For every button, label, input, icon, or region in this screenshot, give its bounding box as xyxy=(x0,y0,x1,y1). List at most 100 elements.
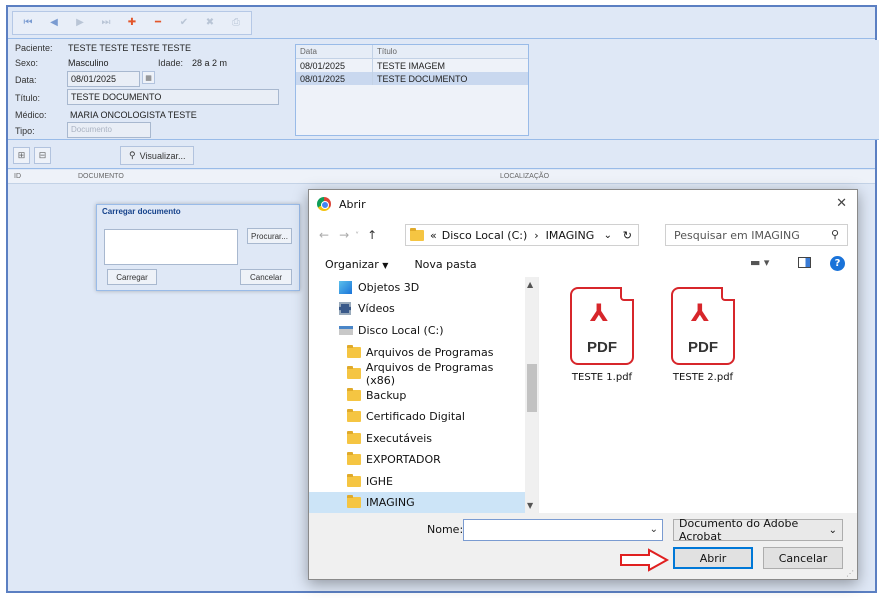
nova-pasta-button[interactable]: Nova pasta xyxy=(414,258,476,271)
documents-grid: Data Título 08/01/2025 TESTE IMAGEM 08/0… xyxy=(295,44,529,136)
help-icon[interactable]: ? xyxy=(830,256,845,271)
add-document-icon[interactable]: ⊞ xyxy=(13,147,30,164)
cancel-icon[interactable]: ✖ xyxy=(197,13,223,33)
procurar-button[interactable]: Procurar... xyxy=(247,228,292,244)
folder-icon xyxy=(347,452,361,465)
tree-item-ighe[interactable]: IGHE xyxy=(309,471,525,492)
calendar-icon[interactable]: ▦ xyxy=(142,71,155,84)
refresh-icon[interactable]: ↻ xyxy=(623,229,632,242)
dialog-footer: Nome: ⌄ Documento do Adobe Acrobat ⌄ Abr… xyxy=(309,513,857,579)
data-label: Data: xyxy=(15,75,37,85)
pdf-file-icon[interactable]: ⅄ PDF xyxy=(671,287,735,365)
organizar-label: Organizar xyxy=(325,257,379,271)
table-row[interactable]: 08/01/2025 TESTE IMAGEM xyxy=(296,59,528,72)
tree-scrollbar[interactable]: ▲ ▼ xyxy=(525,277,538,513)
first-record-icon[interactable]: ⏮ xyxy=(15,13,41,33)
cell-titulo: TESTE IMAGEM xyxy=(377,61,446,71)
folder-icon xyxy=(347,366,361,379)
column-header-data[interactable]: Data xyxy=(296,45,373,58)
tree-item-backup[interactable]: Backup xyxy=(309,385,525,406)
column-header-id[interactable]: ID xyxy=(14,173,21,180)
column-header-localizacao[interactable]: LOCALIZAÇÃO xyxy=(500,173,549,180)
tree-item-label: Executáveis xyxy=(366,432,433,445)
tree-item-label: Objetos 3D xyxy=(358,281,420,294)
path-drive[interactable]: Disco Local (C:) xyxy=(442,229,528,242)
search-icon[interactable]: ⚲ xyxy=(831,228,839,241)
tree-item-imaging[interactable]: IMAGING xyxy=(309,492,525,513)
search-input[interactable]: Pesquisar em IMAGING ⚲ xyxy=(665,224,848,246)
idade-value: 28 a 2 m xyxy=(192,58,228,68)
documents-grid-header: Data Título xyxy=(296,45,528,59)
nav-toolbar: ⏮ ◀ ▶ ⏭ ✚ ━ ✔ ✖ ⎙ xyxy=(8,7,875,39)
up-icon[interactable]: ↑ xyxy=(367,228,377,242)
confirm-icon[interactable]: ✔ xyxy=(171,13,197,33)
sexo-label: Sexo: xyxy=(15,58,39,68)
cell-titulo: TESTE DOCUMENTO xyxy=(377,74,468,84)
tree-item-objetos-3d[interactable]: Objetos 3D xyxy=(309,277,525,298)
scroll-down-icon[interactable]: ▼ xyxy=(527,501,533,510)
paciente-value: TESTE TESTE TESTE TESTE xyxy=(68,43,192,53)
carregar-button[interactable]: Carregar xyxy=(107,269,157,285)
address-bar[interactable]: « Disco Local (C:) › IMAGING ⌄ ↻ xyxy=(405,224,639,246)
pdf-file-icon[interactable]: ⅄ PDF xyxy=(570,287,634,365)
table-row[interactable]: 08/01/2025 TESTE DOCUMENTO xyxy=(296,72,528,85)
tree-item-certificado-digital[interactable]: Certificado Digital xyxy=(309,406,525,427)
chevron-down-icon[interactable]: ⌄ xyxy=(650,524,658,535)
titulo-field[interactable]: TESTE DOCUMENTO xyxy=(67,89,279,105)
view-options-icon[interactable]: ▬ ▾ xyxy=(750,256,769,269)
tipo-label: Tipo: xyxy=(15,126,35,136)
chevron-down-icon[interactable]: ⌄ xyxy=(604,230,612,241)
tree-item-videos[interactable]: Vídeos xyxy=(309,298,525,319)
file-name[interactable]: TESTE 2.pdf xyxy=(658,372,748,383)
tree-item-disco-local[interactable]: Disco Local (C:) xyxy=(309,320,525,341)
cancelar-button[interactable]: Cancelar xyxy=(240,269,292,285)
cancelar-dialog-button[interactable]: Cancelar xyxy=(763,547,843,569)
previous-record-icon[interactable]: ◀ xyxy=(41,13,67,33)
recent-chevron-icon[interactable]: ˅ xyxy=(355,231,359,240)
add-record-icon[interactable]: ✚ xyxy=(119,13,145,33)
file-name-input[interactable]: ⌄ xyxy=(463,519,663,541)
path-folder[interactable]: IMAGING xyxy=(546,229,595,242)
folder-icon xyxy=(347,409,361,422)
medico-label: Médico: xyxy=(15,110,47,120)
data-field[interactable]: 08/01/2025 xyxy=(67,71,140,87)
paciente-label: Paciente: xyxy=(15,43,53,53)
forward-icon[interactable]: → xyxy=(339,228,349,242)
file-type-select[interactable]: Documento do Adobe Acrobat ⌄ xyxy=(673,517,843,543)
tipo-select[interactable]: Documento xyxy=(67,122,151,138)
column-header-titulo[interactable]: Título xyxy=(373,45,528,58)
visualizar-button[interactable]: ⚲ Visualizar... xyxy=(120,146,195,165)
tree-item-label: IGHE xyxy=(366,475,393,488)
organizar-button[interactable]: Organizar ▼ xyxy=(325,258,388,271)
tree-item-exportador[interactable]: EXPORTADOR xyxy=(309,449,525,470)
tree-item-arquivos-de-programas-x86[interactable]: Arquivos de Programas (x86) xyxy=(309,361,525,387)
file-type-label: PDF xyxy=(688,339,718,356)
last-record-icon[interactable]: ⏭ xyxy=(93,13,119,33)
patient-form: Paciente: TESTE TESTE TESTE TESTE Sexo: … xyxy=(8,40,879,140)
sexo-value: Masculino xyxy=(68,58,109,68)
carregar-documento-window: Carregar documento Procurar... Carregar … xyxy=(96,204,300,291)
file-type-value: Documento do Adobe Acrobat xyxy=(679,517,799,543)
close-icon[interactable]: ✕ xyxy=(836,196,847,211)
next-record-icon[interactable]: ▶ xyxy=(67,13,93,33)
navigation-row: ← → ˅ ↑ « Disco Local (C:) › IMAGING ⌄ ↻… xyxy=(309,222,857,248)
folder-icon xyxy=(347,388,361,401)
abrir-button[interactable]: Abrir xyxy=(673,547,753,569)
video-icon xyxy=(339,302,351,315)
preview-pane-icon[interactable] xyxy=(798,257,811,268)
print-icon[interactable]: ⎙ xyxy=(223,13,249,33)
scroll-up-icon[interactable]: ▲ xyxy=(527,280,533,289)
back-icon[interactable]: ← xyxy=(319,228,329,242)
folder-icon xyxy=(347,495,361,508)
path-prefix: « xyxy=(430,228,437,242)
cell-data: 08/01/2025 xyxy=(296,72,373,85)
carregar-title: Carregar documento xyxy=(102,207,181,216)
resize-grip-icon[interactable]: ⋰ xyxy=(846,569,854,578)
remove-record-icon[interactable]: ━ xyxy=(145,13,171,33)
scroll-thumb[interactable] xyxy=(527,364,537,412)
column-header-documento[interactable]: DOCUMENTO xyxy=(78,173,124,180)
remove-document-icon[interactable]: ⊟ xyxy=(34,147,51,164)
tree-item-executaveis[interactable]: Executáveis xyxy=(309,428,525,449)
medico-value: MARIA ONCOLOGISTA TESTE xyxy=(70,110,197,120)
file-name[interactable]: TESTE 1.pdf xyxy=(557,372,647,383)
